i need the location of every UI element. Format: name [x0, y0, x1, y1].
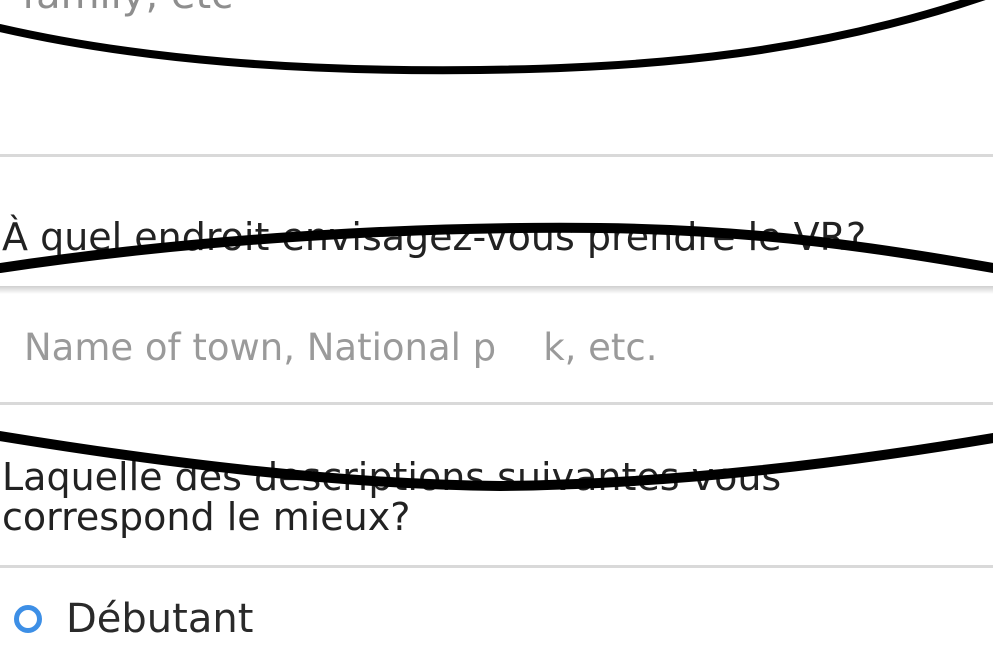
location-input[interactable] — [0, 292, 993, 402]
radio-unchecked-icon[interactable] — [14, 605, 42, 633]
option-label: Débutant — [66, 596, 254, 642]
divider — [0, 565, 993, 568]
question-location-label: À quel endroit envisagez-vous prendre le… — [2, 215, 867, 259]
option-debutant[interactable]: Débutant — [14, 596, 253, 642]
question-description-line1: Laquelle des descriptions suivantes vous — [2, 455, 782, 499]
divider — [0, 154, 993, 157]
question-description-line2: correspond le mieux? — [2, 495, 411, 539]
divider — [0, 402, 993, 405]
form-page: family, etc À quel endroit envisagez-vou… — [0, 0, 993, 662]
previous-field-hint: family, etc — [22, 0, 233, 18]
